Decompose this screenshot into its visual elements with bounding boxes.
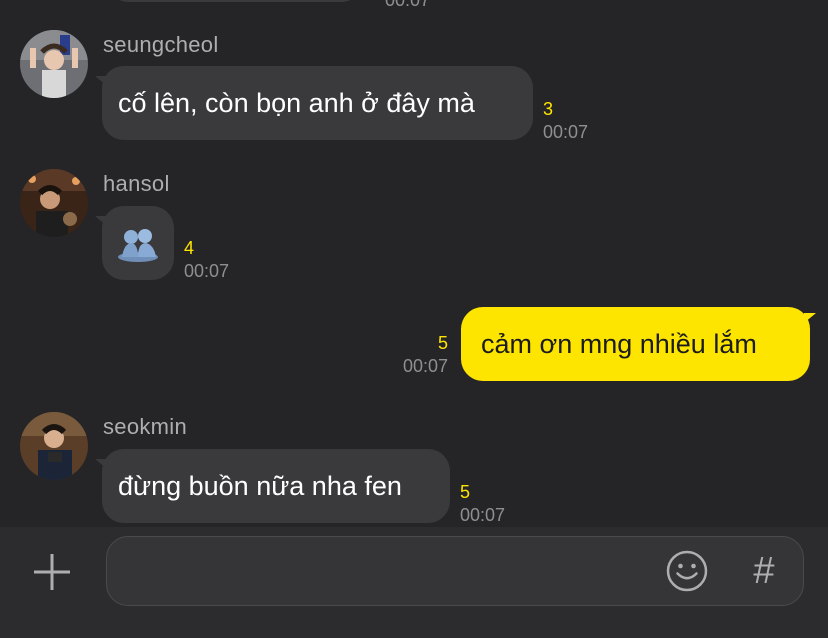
hashtag-button[interactable]: # <box>742 549 786 593</box>
message-bubble[interactable]: cố lên, còn bọn anh ở đây mà <box>95 66 533 140</box>
previous-message-time: 00:07 <box>385 0 431 10</box>
message-time: 00:07 <box>184 261 230 282</box>
plus-icon[interactable] <box>30 550 74 594</box>
sender-name: hansol <box>103 171 170 196</box>
message-bubble[interactable]: đừng buồn nữa nha fen <box>95 449 450 523</box>
unread-count: 4 <box>184 238 195 258</box>
unread-count: 5 <box>437 333 448 353</box>
my-message-bubble[interactable]: cảm ơn mng nhiều lắm <box>461 307 816 381</box>
message-text: đừng buồn nữa nha fen <box>118 470 402 501</box>
avatar-hansol[interactable] <box>20 169 88 237</box>
message-time: 00:07 <box>543 122 589 143</box>
unread-count: 3 <box>543 99 554 119</box>
message-meta: 5 00:07 <box>460 481 505 527</box>
unread-count: 5 <box>460 482 471 502</box>
message-time: 00:07 <box>460 505 506 526</box>
avatar-seokmin[interactable] <box>20 412 88 480</box>
previous-message-bubble[interactable] <box>110 0 360 2</box>
sticker-image <box>118 229 158 262</box>
avatar-seungcheol[interactable] <box>20 30 88 98</box>
message-meta: 4 00:07 <box>184 237 229 284</box>
message-text: cố lên, còn bọn anh ở đây mà <box>118 87 475 118</box>
message-meta: 5 00:07 <box>390 332 448 379</box>
sender-name: seungcheol <box>103 32 219 57</box>
message-text: cảm ơn mng nhiều lắm <box>481 328 757 359</box>
sender-name: seokmin <box>103 414 188 439</box>
smiley-icon[interactable] <box>665 549 709 593</box>
message-time: 00:07 <box>402 356 448 377</box>
chat-message-list[interactable]: 00:07 seungcheol cố lên, còn bọn anh ở đ… <box>0 0 828 527</box>
message-meta: 3 00:07 <box>543 98 588 145</box>
sticker-bubble[interactable] <box>95 206 174 280</box>
